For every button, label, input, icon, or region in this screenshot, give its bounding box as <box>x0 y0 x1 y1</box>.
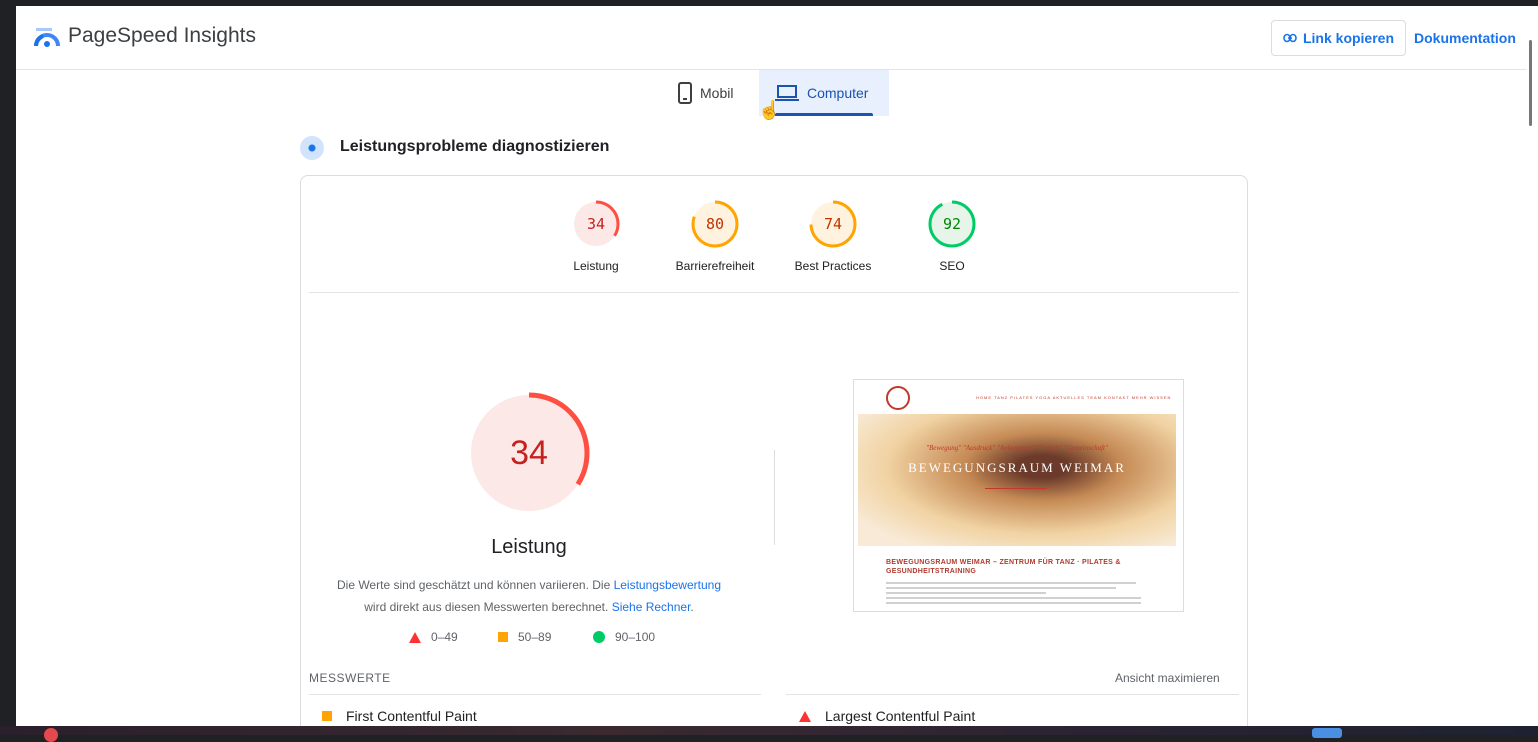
performance-title: Leistung <box>491 536 567 558</box>
metric-label: First Contentful Paint <box>346 708 477 724</box>
final-screenshot[interactable]: HOME TANZ PILATES YOGA AKTUELLES TEAM KO… <box>853 379 1184 612</box>
square-icon <box>322 711 332 721</box>
legend-range: 50–89 <box>518 630 552 644</box>
tab-mobile[interactable]: Mobil <box>662 70 759 116</box>
diagnose-icon <box>300 136 324 160</box>
desc-text-1: Die Werte sind geschätzt und können vari… <box>336 578 614 592</box>
vertical-separator <box>774 450 775 545</box>
score-label: Barrierefreiheit <box>675 259 755 273</box>
metric-fcp[interactable]: First Contentful Paint <box>322 708 477 724</box>
gauges-divider <box>309 292 1239 293</box>
score-gauge-accessibility[interactable]: 80 Barrierefreiheit <box>655 199 775 273</box>
legend-fail: 0–49 <box>409 630 458 644</box>
maximize-view-toggle[interactable]: Ansicht maximieren <box>1115 671 1220 685</box>
score-value: 92 <box>942 215 962 233</box>
copy-link-label: Link kopieren <box>1302 30 1395 46</box>
score-value: 74 <box>823 215 843 233</box>
score-gauge-best-practices[interactable]: 74 Best Practices <box>773 199 893 273</box>
metrics-divider-right <box>786 694 1239 695</box>
metric-lcp[interactable]: Largest Contentful Paint <box>799 708 975 724</box>
page-scrollbar[interactable] <box>1526 6 1538 726</box>
score-gauge-seo[interactable]: 92 SEO <box>892 199 1012 273</box>
screenshot-nav-text: HOME TANZ PILATES YOGA AKTUELLES TEAM KO… <box>976 395 1172 400</box>
metrics-divider-left <box>309 694 761 695</box>
documentation-link[interactable]: Dokumentation <box>1414 30 1516 46</box>
app-icon[interactable] <box>44 728 58 742</box>
tab-mobile-label: Mobil <box>700 85 734 101</box>
metrics-heading: MESSWERTE <box>309 671 391 685</box>
gauge-ring: 92 <box>927 199 977 249</box>
text-line <box>886 582 1136 584</box>
text-line <box>886 587 1116 589</box>
screenshot-hero-title: BEWEGUNGSRAUM WEIMAR <box>908 460 1126 475</box>
app-title[interactable]: PageSpeed Insights <box>68 24 256 48</box>
legend-pass: 90–100 <box>593 630 655 644</box>
score-calculation-link[interactable]: Leistungsbewertung <box>614 578 721 592</box>
calculator-link[interactable]: Siehe Rechner <box>612 600 691 614</box>
hand-cursor-icon: ☝ <box>758 100 781 120</box>
screenshot-tagline: "Bewegung" "Ausdruck" "Ankommen" "Einhei… <box>926 444 1108 452</box>
screenshot-hero: "Bewegung" "Ausdruck" "Ankommen" "Einhei… <box>858 414 1176 546</box>
desc-text-3: . <box>690 600 694 614</box>
hero-rule <box>985 488 1047 489</box>
score-label: Leistung <box>573 259 619 273</box>
performance-score: 34 <box>510 434 548 472</box>
gauge-ring: 74 <box>808 199 858 249</box>
score-gauge-performance[interactable]: 34 Leistung <box>536 199 656 273</box>
pagespeed-page: PageSpeed Insights Link kopieren Dokumen… <box>16 6 1526 726</box>
triangle-icon <box>799 710 811 722</box>
link-icon <box>1283 33 1297 43</box>
triangle-icon <box>409 631 421 643</box>
square-icon <box>498 632 508 642</box>
app-icon[interactable] <box>1312 728 1342 738</box>
tab-computer-label: Computer <box>807 85 869 101</box>
pagespeed-logo-icon[interactable] <box>34 26 60 48</box>
legend-range: 90–100 <box>615 630 656 644</box>
score-label: SEO <box>939 259 965 273</box>
os-taskbar <box>0 726 1538 742</box>
score-value: 80 <box>705 215 725 233</box>
screenshot-heading: BEWEGUNGSRAUM WEIMAR – ZENTRUM FÜR TANZ … <box>886 559 1121 575</box>
screenshot-nav: HOME TANZ PILATES YOGA AKTUELLES TEAM KO… <box>854 380 1183 414</box>
copy-link-button[interactable]: Link kopieren <box>1271 20 1406 56</box>
legend-average: 50–89 <box>498 630 551 644</box>
section-title: Leistungsprobleme diagnostizieren <box>340 138 610 155</box>
circle-icon <box>593 631 605 643</box>
score-description: Die Werte sind geschätzt und können vari… <box>326 574 732 618</box>
metric-label: Largest Contentful Paint <box>825 708 976 724</box>
scrollbar-thumb[interactable] <box>1529 40 1532 126</box>
active-tab-indicator <box>775 113 873 116</box>
gauge-ring: 80 <box>690 199 740 249</box>
site-logo-icon <box>886 386 910 410</box>
text-line <box>886 602 1141 604</box>
score-label: Best Practices <box>794 259 872 273</box>
phone-icon <box>678 82 692 104</box>
score-value: 34 <box>586 215 606 233</box>
app-header: PageSpeed Insights Link kopieren Dokumen… <box>16 6 1526 70</box>
desc-text-2: wird direkt aus diesen Messwerten berech… <box>364 600 612 614</box>
text-line <box>886 597 1141 599</box>
legend-range: 0–49 <box>431 630 458 644</box>
text-line <box>886 592 1046 594</box>
gauge-ring: 34 <box>571 199 621 249</box>
